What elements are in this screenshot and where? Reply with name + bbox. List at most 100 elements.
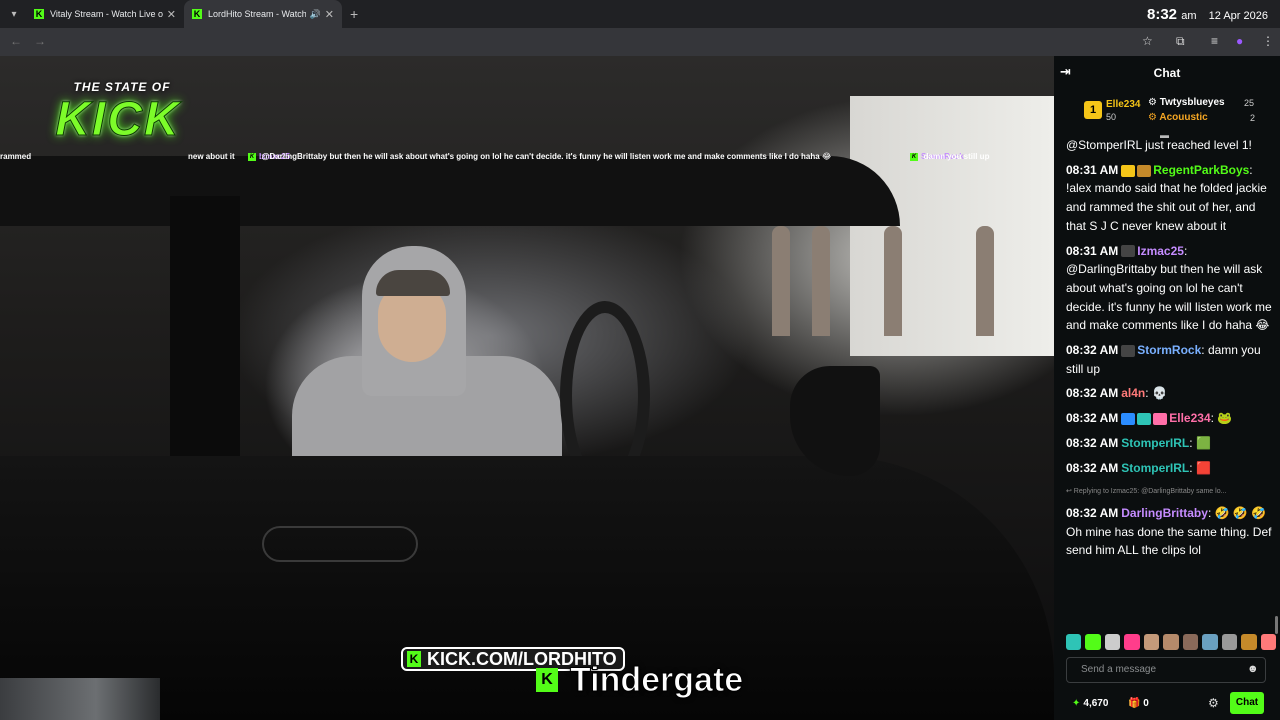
message-text: 🐸 <box>1217 411 1233 426</box>
message-text: @DarlingBrittaby but then he will ask ab… <box>1066 262 1272 333</box>
message-timestamp: 08:32 AM <box>1066 460 1119 475</box>
emote-bar <box>1066 634 1276 652</box>
caption-text: Tindergate <box>569 660 744 699</box>
emote-icon[interactable] <box>1104 634 1121 650</box>
message-timestamp: 08:32 AM <box>1066 386 1119 401</box>
tab-vitaly-stream[interactable]: K Vitaly Stream - Watch Live on K ✕ <box>26 0 184 28</box>
forward-arrow-icon[interactable]: → <box>34 34 46 48</box>
chat-bottom-bar: ✦ 4,670 🎁 0 ⚙ Chat <box>1054 690 1280 720</box>
chat-message[interactable]: 08:31 AM Izmac25: @DarlingBrittaby but th… <box>1066 242 1274 336</box>
clock-ampm: am <box>1181 10 1197 22</box>
message-username[interactable]: Izmac25 <box>1137 244 1184 258</box>
send-chat-button[interactable]: Chat <box>1230 692 1264 714</box>
message-timestamp: 08:32 AM <box>1066 435 1119 450</box>
tab-close-icon[interactable]: ✕ <box>325 8 334 21</box>
gift-counter[interactable]: 🎁 0 <box>1128 698 1149 709</box>
leader-name[interactable]: ⚙ Acouustic <box>1148 112 1208 123</box>
car-pillar <box>170 196 240 496</box>
chat-message[interactable]: 08:32 AM StomperIRL: 🟩 <box>1066 434 1274 453</box>
emote-icon[interactable] <box>1202 634 1218 650</box>
speaker-icon[interactable]: 🔊 <box>310 9 321 20</box>
message-text: !alex mando said that he folded jackie a… <box>1066 181 1267 233</box>
message-username[interactable]: DarlingBrittaby <box>1121 506 1208 520</box>
ticker-message: K Izmac25: @DarlingBrittaby but then he w… <box>248 152 832 161</box>
message-username[interactable]: StormRock <box>1137 343 1201 357</box>
emote-icon[interactable] <box>1260 634 1276 650</box>
message-username[interactable]: Elle234 <box>1169 411 1210 425</box>
emote-icon[interactable] <box>1085 634 1101 650</box>
message-timestamp: 08:32 AM <box>1066 505 1119 520</box>
chat-header: ⇥ Chat <box>1054 56 1280 90</box>
bollard <box>976 226 994 336</box>
chat-message[interactable]: 08:32 AM StormRock: damn you still up <box>1066 341 1274 378</box>
message-timestamp: 08:32 AM <box>1066 343 1119 358</box>
tab-title: Vitaly Stream - Watch Live on K <box>50 9 163 19</box>
kick-k-icon: K <box>407 651 421 667</box>
emote-icon[interactable] <box>1163 634 1179 650</box>
chat-message[interactable]: ↩ Replying to Izmac25: @DarlingBrittaby … <box>1066 483 1274 560</box>
message-username[interactable]: StomperIRL <box>1121 461 1189 475</box>
bookmark-star-icon[interactable]: ☆ <box>1142 34 1153 48</box>
kick-k-icon: K <box>910 152 918 161</box>
reply-context[interactable]: ↩ Replying to Izmac25: @DarlingBrittaby … <box>1066 483 1274 502</box>
leader-name[interactable]: ⚙ Twtysblueyes <box>1148 97 1225 108</box>
message-timestamp: 08:32 AM <box>1066 411 1119 426</box>
door-handle <box>262 526 418 562</box>
bollard <box>884 226 902 336</box>
message-text: 🟥 <box>1195 460 1211 475</box>
user-badge-icon <box>1121 164 1136 177</box>
profile-avatar-icon[interactable]: ● <box>1236 34 1243 48</box>
bollard <box>812 226 830 336</box>
tab-search-chevron-icon[interactable]: ▾ <box>2 2 26 26</box>
chat-settings-gear-icon[interactable]: ⚙ <box>1208 696 1219 710</box>
chat-message[interactable]: 08:32 AM al4n: 💀 <box>1066 384 1274 403</box>
chat-message-input[interactable]: Send a message <box>1066 657 1266 683</box>
back-arrow-icon[interactable]: ← <box>10 34 22 48</box>
emote-icon[interactable] <box>1182 634 1199 650</box>
leader-name[interactable]: Elle234 <box>1106 99 1140 110</box>
browser-menu-dots-icon[interactable]: ⋮ <box>1262 34 1274 48</box>
user-badge-icon <box>1137 164 1152 177</box>
leader-value: 25 <box>1244 98 1255 108</box>
chat-message[interactable]: 08:32 AM Elle234: 🐸 <box>1066 409 1274 428</box>
message-timestamp: 08:31 AM <box>1066 162 1119 177</box>
kick-k-icon: K <box>536 668 558 692</box>
chat-scrollbar[interactable] <box>1275 616 1278 634</box>
chat-message[interactable]: 08:31 AM RegentParkBoys: !alex mando said… <box>1066 161 1274 236</box>
leader-value: 50 <box>1106 112 1117 122</box>
screen: ▾ K Vitaly Stream - Watch Live on K ✕ K … <box>0 0 1280 720</box>
stream-caption: K Tindergate <box>536 660 744 700</box>
channel-points[interactable]: ✦ 4,670 <box>1072 698 1108 709</box>
emote-icon[interactable] <box>1143 634 1160 650</box>
new-tab-plus-icon[interactable]: + <box>350 6 358 22</box>
chat-message[interactable]: 08:32 AM StomperIRL: 🟥 <box>1066 459 1274 478</box>
gift-icon: 🎁 <box>1128 698 1141 709</box>
tab-close-icon[interactable]: ✕ <box>167 8 176 21</box>
message-username[interactable]: RegentParkBoys <box>1153 163 1249 177</box>
collapse-chat-icon[interactable]: ⇥ <box>1060 64 1071 80</box>
message-username[interactable]: StomperIRL <box>1121 436 1189 450</box>
chat-input-placeholder: Send a message <box>1081 664 1157 675</box>
leader-value: 2 <box>1250 113 1256 123</box>
emote-icon[interactable] <box>1066 634 1082 650</box>
emote-icon[interactable] <box>1221 634 1238 650</box>
emote-icon[interactable] <box>1241 634 1257 650</box>
clock-time: 8:32 <box>1147 6 1178 23</box>
emote-icon[interactable] <box>1124 634 1140 650</box>
browser-tab-strip: ▾ K Vitaly Stream - Watch Live on K ✕ K … <box>0 0 1280 28</box>
message-username[interactable]: al4n <box>1121 386 1145 400</box>
chat-messages[interactable]: @StomperIRL just reached level 1! 08:31 A… <box>1066 136 1274 632</box>
state-of-kick-logo: THE STATE OF KICK <box>22 76 214 186</box>
media-control-icon[interactable]: ≡ <box>1211 34 1218 48</box>
ticker-message: K StormRock: damn you still up <box>910 152 990 161</box>
user-badge-icon <box>1153 412 1168 425</box>
chat-message[interactable]: @StomperIRL just reached level 1! <box>1066 136 1274 155</box>
emoji-picker-icon[interactable]: ☻ <box>1247 663 1259 675</box>
kick-favicon-icon: K <box>192 9 202 19</box>
logo-main-text: KICK <box>55 93 181 147</box>
rank-badge-icon: 1 <box>1084 101 1102 119</box>
stream-video[interactable]: THE STATE OF KICK rammed new about it KI… <box>0 56 1054 720</box>
tab-lordhito-stream[interactable]: K LordHito Stream - Watch Li 🔊 ✕ <box>184 0 342 28</box>
message-timestamp: 08:31 AM <box>1066 243 1119 258</box>
extensions-puzzle-icon[interactable]: ⧉ <box>1176 34 1185 49</box>
